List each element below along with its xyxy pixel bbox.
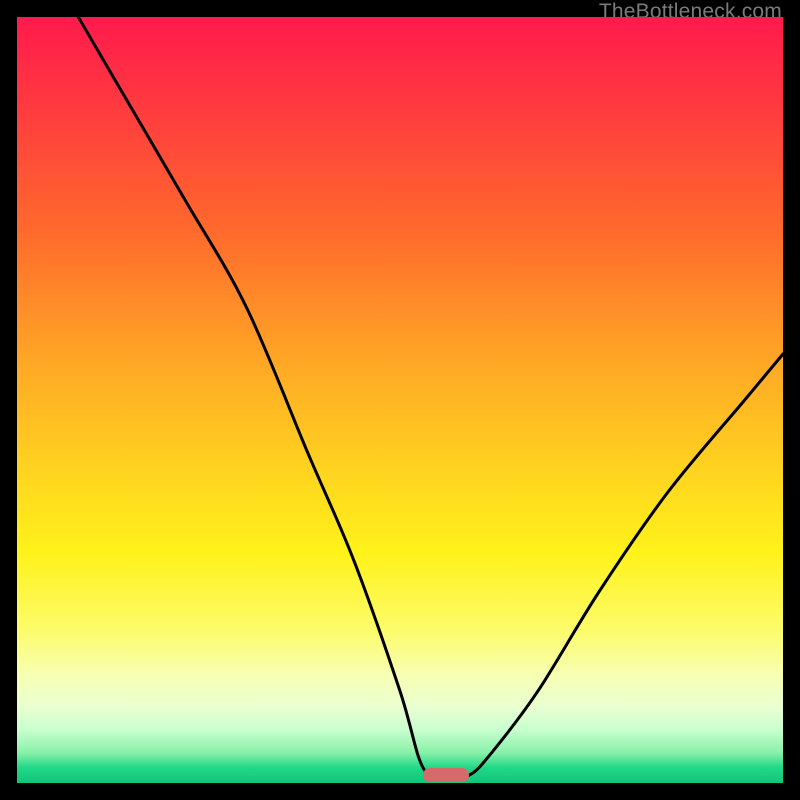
- bottleneck-curve: [17, 17, 783, 783]
- chart-frame: TheBottleneck.com: [0, 0, 800, 800]
- plot-area: [17, 17, 783, 783]
- optimal-range-marker: [423, 768, 469, 782]
